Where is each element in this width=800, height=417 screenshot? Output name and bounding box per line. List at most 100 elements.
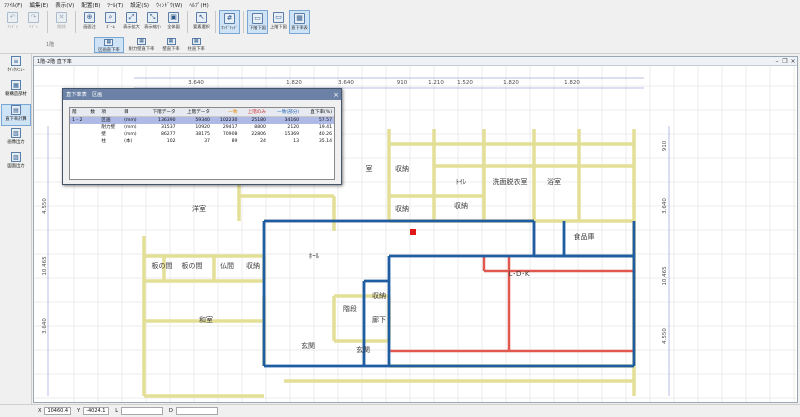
redo-icon: ↷ — [28, 12, 39, 23]
dimension-label: 1.820 — [286, 80, 302, 86]
wall-ratio-button[interactable]: ▦ 壁直下率 — [159, 37, 182, 53]
table-header: 上階のみ — [239, 108, 268, 117]
ratio-toolbar: 1階 ▦ 区画直下率 ▦ 耐力壁直下率 ▦ 壁直下率 ▦ 柱直下率 — [0, 36, 800, 54]
table-row[interactable]: 耐力壁 (mm) 31537 10920 29417 8800 2120 19.41 — [70, 124, 334, 131]
restore-icon[interactable]: ❐ — [781, 58, 789, 65]
menu-item[interactable]: ｳｨﾝﾄﾞｳ(W) — [156, 1, 182, 9]
menu-item[interactable]: ﾂｰﾙ(T) — [107, 1, 123, 9]
table-cell: 耐力壁 — [101, 125, 116, 130]
table-cell: 136390 — [143, 116, 178, 124]
table-cell: 34160 — [267, 116, 302, 124]
room-label: 収納 — [395, 164, 409, 173]
expand-icon: ⤢ — [126, 12, 137, 23]
section-ratio-button[interactable]: ▦ 区画直下率 — [94, 36, 124, 53]
wall-ratio-icon: ▦ — [166, 37, 176, 45]
ratio-table-button[interactable]: ▦ 直下率表 — [289, 10, 310, 34]
sidebar-item-drawing-output[interactable]: ▨ 図面出力 — [1, 152, 31, 174]
table-cell — [70, 124, 88, 131]
table-cell: 25180 — [239, 116, 268, 124]
redo-button[interactable]: ↷ ﾘﾄﾞｩ — [23, 10, 44, 34]
fit-icon: ▣ — [168, 12, 179, 23]
column-ratio-button[interactable]: ▦ 柱直下率 — [185, 37, 208, 53]
button-label: 表示拡大 — [123, 24, 140, 29]
menu-item[interactable]: 設定(S) — [130, 1, 149, 9]
button-label: 画面注 — [83, 24, 96, 29]
cursor-button[interactable]: ↖ 要素選択 — [191, 10, 212, 34]
menu-item[interactable]: 編集(E) — [29, 1, 48, 9]
dialog-titlebar[interactable]: 直下率表 区画 × — [63, 89, 341, 100]
zoom-icon: ⌕ — [105, 12, 116, 23]
table-cell — [70, 138, 88, 145]
bearing-wall-button[interactable]: ▦ 耐力壁直下率 — [126, 37, 158, 53]
button-label: 直下率表 — [291, 25, 308, 30]
room-label: 仏間 — [220, 262, 234, 270]
table-cell: 8800 — [254, 124, 266, 130]
table-cell: 70908 — [222, 131, 238, 137]
table-cell: 壁 — [101, 132, 106, 137]
sidebar-item-image-output[interactable]: ▧ 画像出力 — [1, 128, 31, 150]
room-label: 和室 — [199, 315, 213, 324]
room-label: 階段 — [343, 304, 357, 313]
table-row[interactable]: 壁 (mm) 86277 38175 70908 22806 15369 40.26 — [70, 131, 334, 138]
table-header: 数 — [88, 108, 100, 117]
room-label: 収納 — [395, 204, 409, 213]
room-label: ﾄｲﾚ — [456, 178, 467, 186]
menu-item[interactable]: 表示(V) — [55, 1, 74, 9]
dimension-label: 910 — [397, 80, 408, 86]
shrink-button[interactable]: ⤡ 表示縮小 — [142, 10, 163, 34]
y-coordinate: -4024.1 — [83, 407, 110, 415]
ratio-table-dialog[interactable]: 直下率表 区画 × 階数項目下階データ 上階データ 一致 上階のみ 一致(部分) 直下率(… — [62, 88, 342, 185]
expand-button[interactable]: ⤢ 表示拡大 — [121, 10, 142, 34]
delete-button[interactable]: ✕ 削除 — [51, 10, 72, 34]
lower-floor-button[interactable]: ▭ 下階下図 — [247, 10, 268, 34]
table-cell — [70, 131, 88, 138]
cursor-icon: ↖ — [196, 12, 207, 23]
sidebar-item-structure[interactable]: ▦ 躯構造部材 — [1, 80, 31, 102]
close-icon[interactable]: × — [789, 58, 797, 65]
sidebar-item-menu[interactable]: ≡ ｸｲｯｸﾒﾆｭｰ — [1, 56, 31, 78]
button-label: 耐力壁直下率 — [128, 46, 155, 52]
table-header: 階 — [70, 108, 89, 117]
toolbar-separator — [47, 11, 48, 33]
delete-icon: ✕ — [56, 12, 67, 23]
d-label: D — [168, 408, 173, 414]
upper-floor-button[interactable]: ▭ 上階下図 — [268, 10, 289, 34]
undo-icon: ↶ — [7, 12, 18, 23]
table-row[interactable]: 1 - 2 区画 (mm) 136390 59340 102230 25180 34160 57… — [70, 116, 334, 124]
bearing-wall-icon: ▦ — [137, 37, 147, 45]
floor-selector[interactable]: 1階 — [46, 41, 54, 48]
button-label: 全体図 — [167, 24, 180, 29]
room-label: L･D･K — [509, 270, 530, 278]
table-row[interactable]: 柱 (本) 102 37 89 24 13 35.14 — [70, 138, 334, 145]
dimension-label: 3.640 — [338, 80, 354, 86]
table-cell — [88, 116, 100, 124]
menu-bar: ﾌｧｲﾙ(F) 編集(E) 表示(V) 配置(B) ﾂｰﾙ(T) 設定(S) ｳｨﾝﾄﾞｳ(… — [0, 0, 800, 10]
zoom-button[interactable]: ⌕ ｽﾞｰﾑ — [100, 10, 121, 34]
zoom-in-button[interactable]: ⊕ 画面注 — [79, 10, 100, 34]
table-cell: 15369 — [284, 131, 300, 137]
menu-item[interactable]: 配置(B) — [81, 1, 100, 9]
status-bar: X 10460.4 Y -4024.1 L D — [0, 404, 800, 417]
fit-button[interactable]: ▣ 全体図 — [163, 10, 184, 34]
grid-icon: # — [224, 13, 235, 24]
sidebar-item-calc[interactable]: ▤ 直下率計算 — [1, 104, 31, 126]
room-label: 玄関 — [356, 345, 370, 354]
column-ratio-icon: ▦ — [191, 37, 201, 45]
room-label: 廊下 — [372, 315, 386, 324]
grid-button[interactable]: # ｵﾝｸﾞﾘｯﾄﾞ — [219, 10, 240, 34]
drawing-output-icon: ▨ — [11, 152, 21, 162]
main-toolbar: ↶ ｱﾝﾄﾞｩ ↷ ﾘﾄﾞｩ ✕ 削除 ⊕ 画面注 ⌕ ｽﾞｰﾑ ⤢ 表示拡大 ⤡ 表示縮小 ▣ 全体図 ↖ 要素… — [0, 10, 800, 36]
toolbar-separator — [187, 11, 188, 33]
menu-item[interactable]: ﾌｧｲﾙ(F) — [4, 1, 22, 9]
table-cell: 59340 — [177, 116, 212, 124]
menu-item[interactable]: ﾍﾙﾌﾟ(H) — [189, 1, 208, 9]
room-label: 収納 — [454, 201, 468, 210]
undo-button[interactable]: ↶ ｱﾝﾄﾞｩ — [2, 10, 23, 34]
button-label: ｽﾞｰﾑ — [106, 24, 115, 29]
ratio-table-icon: ▦ — [294, 13, 305, 24]
table-cell: (mm) — [124, 124, 137, 130]
table-header: 下階データ — [143, 108, 178, 117]
minimize-icon[interactable]: – — [773, 58, 781, 65]
close-icon[interactable]: × — [331, 91, 341, 99]
sidebar-item-label: ｸｲｯｸﾒﾆｭｰ — [7, 68, 25, 73]
